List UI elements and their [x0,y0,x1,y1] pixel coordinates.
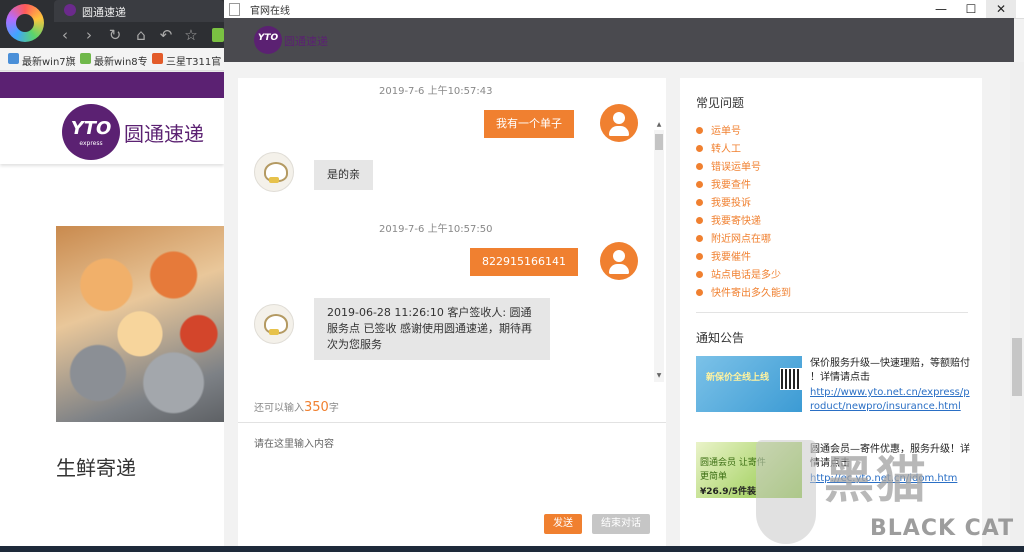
window-scroll-thumb[interactable] [1012,338,1022,396]
char-counter-suffix: 字 [328,403,339,414]
notice-text: 保价服务升级—快速理赔，等额赔付 ！详情请点击 [810,358,970,383]
window-titlebar [224,0,1024,19]
bookmark-icon [8,53,19,64]
faq-item[interactable]: 我要投诉 [696,194,751,209]
bullet-icon [696,126,703,134]
browser-tab[interactable] [54,0,224,22]
faq-item-label: 站点电话是多少 [711,270,781,281]
watermark-en: BLACK CAT [870,516,1015,541]
bookmark-icon [152,53,163,64]
message-input[interactable] [252,433,636,517]
reload-icon[interactable]: ↻ [106,26,124,44]
bookmark-item[interactable]: 三星T311官 [166,53,221,68]
bookmark-item[interactable]: 最新win7旗 [22,53,76,68]
faq-item[interactable]: 我要催件 [696,248,751,263]
faq-item[interactable]: 转人工 [696,140,741,155]
faq-item-label: 运单号 [711,126,741,137]
faq-item[interactable]: 站点电话是多少 [696,266,781,281]
forward-icon[interactable]: › [80,26,98,44]
bullet-icon [696,216,703,224]
maximize-button[interactable]: ☐ [956,0,986,18]
page-icon [229,3,240,16]
message-time: 2019-7-6 上午10:57:50 [379,224,493,235]
watermark-cn: 黑猫 [824,451,928,509]
bookmark-icon [80,53,91,64]
extension-icon[interactable] [212,28,224,42]
bullet-icon [696,234,703,242]
home-icon[interactable]: ⌂ [132,26,150,44]
taskbar [0,546,1024,552]
window-title: 官网在线 [250,6,290,17]
notice-link[interactable]: http://www.yto.net.cn/express/product/ne… [810,386,970,414]
agent-avatar-icon [254,304,294,344]
char-counter-value: 350 [304,400,329,415]
scroll-up-icon[interactable]: ▲ [654,121,664,130]
chat-logo-mark: YTO [257,33,279,43]
yto-logo-sub: express [79,140,103,147]
tab-title: 圆通速递 [82,6,126,19]
faq-item-label: 快件寄出多久能到 [711,288,791,299]
undo-icon[interactable]: ↶ [157,26,175,44]
notice-image-price: ¥26.9/5件装 [700,487,757,497]
yto-logo-text: 圆通速递 [124,122,204,146]
faq-item[interactable]: 我要寄快递 [696,212,761,227]
bullet-icon [696,144,703,152]
tab-favicon-icon [64,4,76,16]
bookmark-item[interactable]: 最新win8专 [94,53,148,68]
faq-item[interactable]: 运单号 [696,122,741,137]
notice-image-text: 新保价全线上线 [706,373,770,383]
chat-scroll-thumb[interactable] [655,134,663,150]
bullet-icon [696,288,703,296]
agent-avatar-icon [254,152,294,192]
bullet-icon [696,180,703,188]
agent-message: 2019-06-28 11:26:10 客户签收人: 圆通服务点 已签收 感谢使… [314,298,550,360]
faq-item-label: 我要寄快递 [711,216,761,227]
faq-item[interactable]: 错误运单号 [696,158,761,173]
bullet-icon [696,162,703,170]
scroll-down-icon[interactable]: ▼ [654,372,664,381]
seafood-image[interactable] [56,226,224,422]
user-avatar-icon [600,242,638,280]
watermark-shield-icon [756,440,816,544]
user-message: 822915166141 [470,248,578,276]
chat-logo-text: 圆通速递 [284,35,328,48]
faq-item[interactable]: 附近网点在哪 [696,230,771,245]
yto-logo-mark: YTO [70,118,112,139]
browser-logo-icon[interactable] [6,4,44,42]
faq-item[interactable]: 快件寄出多久能到 [696,284,791,299]
notice-title: 通知公告 [696,331,745,345]
close-button[interactable]: ✕ [986,0,1016,18]
faq-item-label: 我要查件 [711,180,751,191]
bullet-icon [696,198,703,206]
faq-item-label: 我要催件 [711,252,751,263]
product-caption: 生鲜寄递 [56,456,136,480]
minimize-button[interactable]: — [926,0,956,18]
faq-item-label: 转人工 [711,144,741,155]
agent-message: 是的亲 [314,160,373,190]
message-time: 2019-7-6 上午10:57:43 [379,86,493,97]
bullet-icon [696,252,703,260]
chat-header [224,18,1014,62]
char-counter-prefix: 还可以输入 [254,403,304,414]
end-chat-button[interactable]: 结束对话 [592,514,650,534]
window-scrollbar[interactable] [1010,62,1024,546]
bullet-icon [696,270,703,278]
back-icon[interactable]: ‹ [56,26,74,44]
faq-item-label: 附近网点在哪 [711,234,771,245]
send-button[interactable]: 发送 [544,514,582,534]
faq-item-label: 我要投诉 [711,198,751,209]
user-avatar-icon [600,104,638,142]
qr-code-icon [780,368,802,390]
user-message: 我有一个单子 [484,110,574,138]
chat-scrollbar[interactable] [654,130,664,382]
faq-item-label: 错误运单号 [711,162,761,173]
faq-title: 常见问题 [696,96,745,110]
site-top-bar [0,72,224,98]
faq-item[interactable]: 我要查件 [696,176,751,191]
char-counter: 还可以输入350字 [254,399,339,415]
bookmark-star-icon[interactable]: ☆ [182,26,200,44]
sidebar-divider [696,312,968,313]
